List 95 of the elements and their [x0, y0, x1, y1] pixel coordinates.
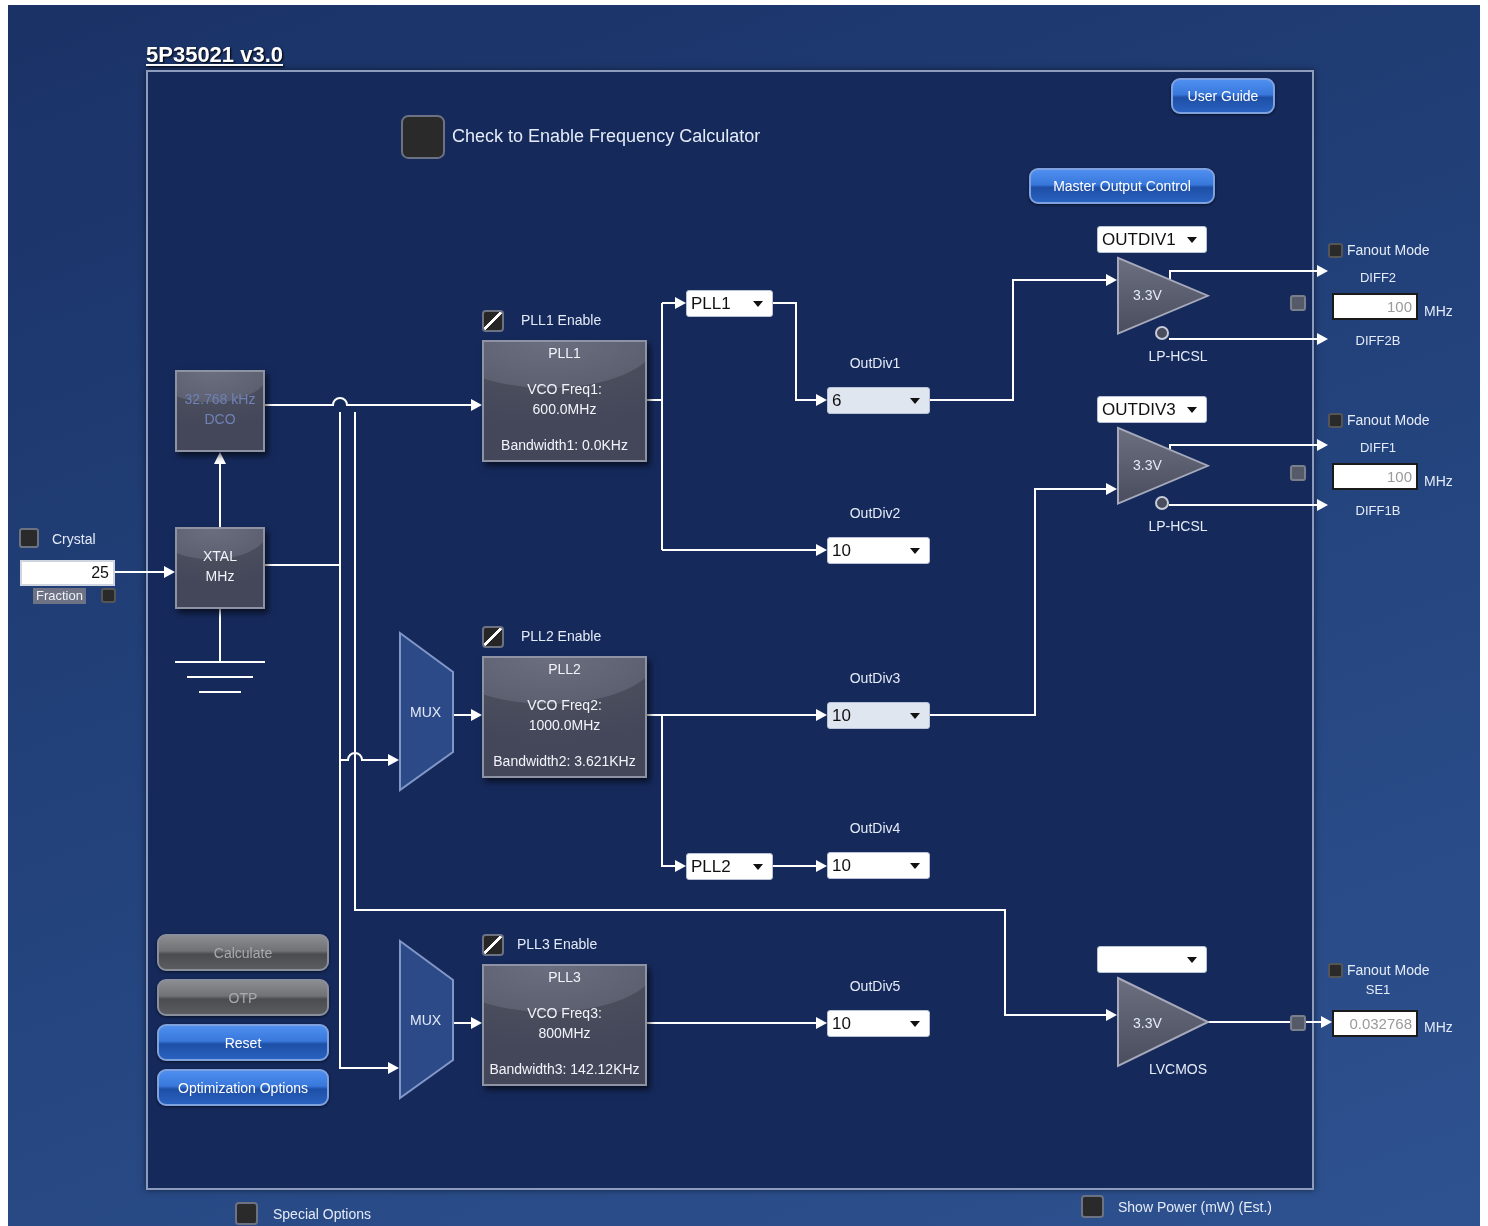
- action-button[interactable]: Reset: [157, 1024, 329, 1061]
- output-divider-select[interactable]: 10: [827, 537, 930, 564]
- bandwidth-label: Bandwidth2: 3.621KHz: [493, 752, 636, 772]
- output-divider-select[interactable]: 10: [827, 702, 930, 729]
- fanout-label: Fanout Mode: [1347, 962, 1430, 979]
- user-guide-button[interactable]: User Guide: [1171, 78, 1275, 114]
- fanout-label: Fanout Mode: [1347, 412, 1430, 429]
- xtal-unit: MHz: [205, 567, 235, 586]
- voltage-label: 3.3V: [1133, 457, 1162, 474]
- output-divider-label: OutDiv2: [849, 505, 901, 522]
- pll-name: PLL2: [548, 660, 581, 679]
- output-divider-select[interactable]: 10: [827, 1010, 930, 1037]
- output-enable-checkbox[interactable]: [1290, 465, 1306, 481]
- caret-icon: [753, 300, 763, 307]
- standard-label: LP-HCSL: [1148, 518, 1208, 535]
- signal-label: DIFF2: [1359, 270, 1397, 286]
- frequency-calculator-checkbox[interactable]: [401, 115, 445, 159]
- voltage-label: 3.3V: [1133, 1015, 1162, 1032]
- unit-label: MHz: [1424, 1019, 1453, 1036]
- bandwidth-label: Bandwidth3: 142.12KHz: [489, 1060, 640, 1080]
- fanout-label: Fanout Mode: [1347, 242, 1430, 259]
- connector-arrow: [114, 566, 175, 578]
- output-divider-select[interactable]: 6: [827, 387, 930, 414]
- signal-label: DIFF2B: [1355, 333, 1401, 349]
- device-title: 5P35021 v3.0: [146, 42, 284, 68]
- unit-label: MHz: [1424, 473, 1453, 490]
- fanout-checkbox[interactable]: [1328, 963, 1343, 978]
- standard-label: LVCMOS: [1148, 1061, 1208, 1078]
- pll-source-select[interactable]: PLL1: [686, 290, 773, 317]
- vco-frequency-value: 800MHz: [538, 1024, 591, 1043]
- master-output-button[interactable]: Master Output Control: [1029, 168, 1215, 204]
- vco-frequency-label: VCO Freq3:: [527, 1004, 602, 1024]
- fanout-checkbox[interactable]: [1328, 413, 1343, 428]
- show-power-checkbox[interactable]: [1081, 1195, 1104, 1218]
- output-divider-label: OutDiv5: [849, 978, 901, 995]
- signal-label: DIFF1: [1359, 440, 1397, 456]
- mux-label: MUX: [410, 704, 442, 721]
- output-enable-checkbox[interactable]: [1290, 1015, 1306, 1031]
- caret-icon: [1187, 406, 1197, 413]
- bandwidth-label: Bandwidth1: 0.0KHz: [501, 436, 628, 456]
- pll-enable-checkbox[interactable]: [482, 934, 504, 956]
- connector-arrow: [772, 860, 827, 872]
- standard-label: LP-HCSL: [1148, 348, 1208, 365]
- caret-icon: [1187, 236, 1197, 243]
- caret-icon: [910, 1020, 920, 1027]
- pll-source-select[interactable]: PLL2: [686, 853, 773, 880]
- fraction-checkbox[interactable]: [101, 588, 116, 603]
- special-options-label: Special Options: [273, 1206, 372, 1223]
- xtal-name: XTAL: [203, 547, 237, 567]
- caret-icon: [910, 547, 920, 554]
- output-divider-label: OutDiv4: [849, 820, 901, 837]
- crystal-label: Crystal: [52, 531, 96, 548]
- caret-icon: [910, 397, 920, 404]
- signal-label: SE1: [1365, 982, 1391, 998]
- output-divider-select[interactable]: 10: [827, 852, 930, 879]
- output-divider-label: OutDiv3: [849, 670, 901, 687]
- pll-enable-checkbox[interactable]: [482, 626, 504, 648]
- dco-frequency: 32.768 kHz: [184, 390, 256, 410]
- unit-label: MHz: [1424, 303, 1453, 320]
- pll-name: PLL3: [548, 968, 581, 987]
- fanout-checkbox[interactable]: [1328, 243, 1343, 258]
- show-power-label: Show Power (mW) (Est.): [1118, 1199, 1272, 1216]
- output-enable-checkbox[interactable]: [1290, 295, 1306, 311]
- connector-arrow: [452, 709, 482, 721]
- vco-frequency-label: VCO Freq1:: [527, 380, 602, 400]
- divider-select[interactable]: [1097, 946, 1207, 973]
- crystal-frequency-field[interactable]: 25: [20, 560, 115, 586]
- pll-enable-checkbox[interactable]: [482, 310, 504, 332]
- caret-icon: [1187, 956, 1197, 963]
- ground-symbol-icon: [175, 661, 267, 694]
- connector-arrow: [452, 1017, 482, 1029]
- voltage-label: 3.3V: [1133, 287, 1162, 304]
- pll-name: PLL1: [548, 344, 581, 363]
- special-options-checkbox[interactable]: [235, 1202, 258, 1225]
- vco-frequency-value: 600.0MHz: [532, 400, 597, 419]
- divider-select[interactable]: OUTDIV1: [1097, 226, 1207, 253]
- frequency-calculator-label: Check to Enable Frequency Calculator: [452, 126, 761, 148]
- vco-frequency-value: 1000.0MHz: [528, 716, 601, 735]
- connector-arrow: [661, 297, 686, 309]
- wire-line: [219, 608, 221, 663]
- action-button[interactable]: Optimization Options: [157, 1069, 329, 1106]
- divider-select[interactable]: OUTDIV3: [1097, 396, 1207, 423]
- caret-icon: [910, 712, 920, 719]
- pll-enable-label: PLL1 Enable: [521, 312, 602, 329]
- signal-label: DIFF1B: [1355, 503, 1401, 519]
- pll-enable-label: PLL2 Enable: [521, 628, 602, 645]
- mux-label: MUX: [410, 1012, 442, 1029]
- caret-icon: [753, 863, 763, 870]
- dco-name: DCO: [204, 410, 236, 429]
- vco-frequency-label: VCO Freq2:: [527, 696, 602, 716]
- caret-icon: [910, 862, 920, 869]
- output-divider-label: OutDiv1: [849, 355, 901, 372]
- crystal-checkbox[interactable]: [19, 528, 39, 548]
- fraction-label: Fraction: [33, 588, 86, 604]
- pll-enable-label: PLL3 Enable: [517, 936, 598, 953]
